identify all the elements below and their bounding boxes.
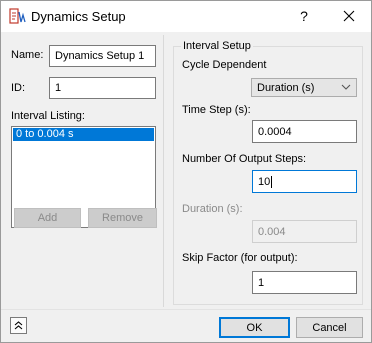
id-field[interactable]: 1: [49, 77, 156, 99]
footer-divider: [1, 309, 371, 310]
remove-button[interactable]: Remove: [88, 208, 157, 228]
dialog-window: Dynamics Setup ? Name: Dynamics Setup 1 …: [0, 0, 372, 343]
name-label: Name:: [11, 49, 44, 61]
interval-listing-label: Interval Listing:: [11, 110, 85, 122]
add-button[interactable]: Add: [14, 208, 81, 228]
cycle-dependent-value: Duration (s): [257, 81, 315, 94]
duration-field[interactable]: 0.004: [252, 220, 357, 243]
skip-factor-field[interactable]: 1: [252, 271, 357, 294]
output-steps-label: Number Of Output Steps:: [182, 153, 307, 165]
collapse-button[interactable]: [10, 317, 27, 334]
time-step-field[interactable]: 0.0004: [252, 120, 357, 143]
dialog-body: Name: Dynamics Setup 1 ID: 1 Interval Li…: [1, 32, 371, 342]
skip-factor-label: Skip Factor (for output):: [182, 252, 298, 264]
ok-button[interactable]: OK: [219, 317, 290, 338]
output-steps-field[interactable]: 10: [252, 170, 357, 193]
interval-setup-title: Interval Setup: [181, 40, 253, 52]
cancel-button[interactable]: Cancel: [296, 317, 363, 338]
text-caret: [271, 175, 273, 188]
close-icon[interactable]: [327, 1, 371, 32]
dynamics-app-icon: [9, 8, 26, 24]
double-chevron-up-icon: [14, 321, 23, 330]
window-title: Dynamics Setup: [31, 9, 126, 24]
duration-label: Duration (s):: [182, 203, 243, 215]
time-step-label: Time Step (s):: [182, 104, 251, 116]
name-field[interactable]: Dynamics Setup 1: [49, 45, 156, 67]
cycle-dependent-label: Cycle Dependent: [182, 59, 267, 71]
list-item[interactable]: 0 to 0.004 s: [13, 128, 154, 141]
title-bar[interactable]: Dynamics Setup ?: [1, 1, 371, 32]
cycle-dependent-select[interactable]: Duration (s): [251, 78, 357, 97]
output-steps-value: 10: [258, 175, 271, 188]
chevron-down-icon: [341, 84, 351, 90]
id-label: ID:: [11, 82, 26, 94]
help-button[interactable]: ?: [283, 1, 325, 32]
column-divider: [163, 35, 164, 307]
